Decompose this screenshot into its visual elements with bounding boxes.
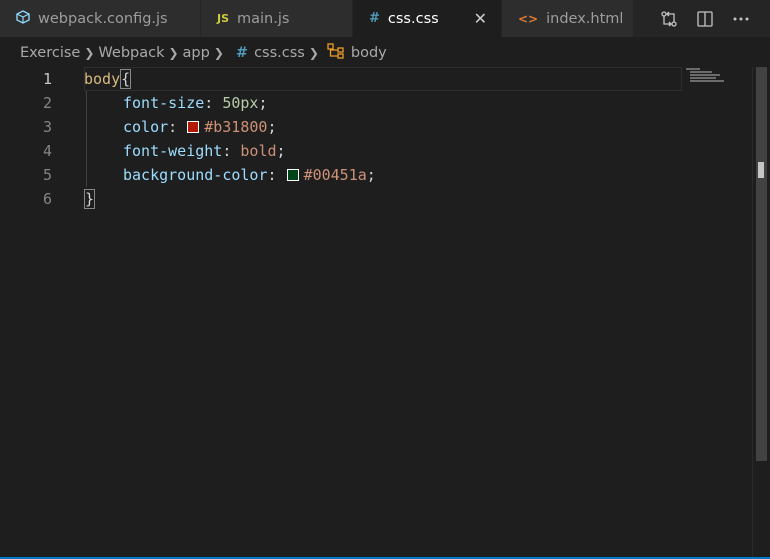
semicolon: ; [267, 118, 277, 136]
tab-label: main.js [237, 10, 290, 27]
line-number: 6 [42, 190, 52, 208]
colon: : [267, 166, 286, 184]
line-number: 1 [42, 70, 52, 88]
js-icon: JS [217, 12, 230, 25]
breadcrumb-item[interactable]: app [183, 45, 210, 61]
breadcrumb-item[interactable]: Webpack [98, 45, 164, 61]
tab-main-js[interactable]: JS main.js [201, 0, 353, 37]
tab-webpack-config[interactable]: webpack.config.js [0, 0, 201, 37]
css-property: color [123, 118, 169, 136]
line-number: 2 [42, 94, 52, 112]
code-line: 2 font-size: 50px; [0, 91, 752, 115]
colon: : [204, 94, 223, 112]
tab-bar: webpack.config.js JS main.js # css.css ✕… [0, 0, 770, 37]
code-line: 1 body{ [0, 67, 752, 91]
close-icon[interactable]: ✕ [456, 9, 487, 28]
scrollbar-thumb[interactable] [756, 67, 767, 461]
editor-actions [660, 0, 770, 37]
chevron-right-icon: ❯ [168, 46, 179, 60]
breadcrumb-item[interactable]: body [351, 45, 387, 61]
tab-css-css[interactable]: # css.css ✕ [353, 0, 502, 37]
css-property: font-size [123, 94, 205, 112]
css-selector: body [84, 70, 121, 88]
code-text: background-color: #00451a; [123, 163, 376, 187]
symbol-structure-icon [327, 43, 345, 63]
code-line: 6 } [0, 187, 752, 211]
code-text: } [84, 187, 96, 211]
code-brackets-icon: <> [518, 11, 539, 26]
css-value: #00451a [303, 166, 367, 184]
color-swatch[interactable] [187, 121, 200, 133]
code-editor[interactable]: 1 body{ 2 font-size: 50px; 3 color: #b31… [0, 67, 752, 557]
chevron-right-icon: ❯ [213, 46, 224, 60]
code-line: 4 font-weight: bold; [0, 139, 752, 163]
code-text: color: #b31800; [123, 115, 276, 139]
breadcrumb-item[interactable]: css.css [254, 45, 305, 61]
chevron-right-icon: ❯ [84, 46, 95, 60]
css-value: 50px [222, 94, 259, 112]
css-value: #b31800 [204, 118, 268, 136]
minimap[interactable] [686, 68, 750, 88]
line-number: 3 [42, 118, 52, 136]
breadcrumb-item[interactable]: Exercise [20, 45, 80, 61]
brace: { [120, 69, 132, 89]
hash-icon: # [235, 45, 249, 61]
css-property: font-weight [123, 142, 223, 160]
current-line-highlight [84, 67, 682, 91]
semicolon: ; [366, 166, 376, 184]
css-property: background-color [123, 166, 268, 184]
scrollbar-cursor-marker [758, 162, 764, 178]
code-line: 3 color: #b31800; [0, 115, 752, 139]
code-text: font-weight: bold; [123, 139, 286, 163]
tab-label: webpack.config.js [38, 10, 168, 27]
tab-label: index.html [546, 10, 624, 27]
line-number: 5 [42, 166, 52, 184]
more-actions-icon[interactable] [732, 10, 750, 28]
brace: } [84, 189, 96, 209]
colon: : [168, 118, 187, 136]
vertical-scrollbar[interactable] [752, 67, 770, 557]
semicolon: ; [258, 94, 268, 112]
split-editor-icon[interactable] [696, 10, 714, 28]
breadcrumb: Exercise ❯ Webpack ❯ app ❯ # css.css ❯ b… [0, 37, 770, 69]
code-text: font-size: 50px; [123, 91, 268, 115]
cube-icon [16, 9, 30, 28]
line-number: 4 [42, 142, 52, 160]
code-line: 5 background-color: #00451a; [0, 163, 752, 187]
colon: : [222, 142, 241, 160]
code-text: body{ [84, 67, 132, 91]
color-swatch[interactable] [286, 169, 299, 181]
tab-label: css.css [387, 10, 439, 27]
hash-icon: # [369, 11, 380, 26]
tab-index-html[interactable]: <> index.html [502, 0, 634, 37]
semicolon: ; [276, 142, 286, 160]
css-value: bold [240, 142, 277, 160]
chevron-right-icon: ❯ [308, 46, 319, 60]
compare-changes-icon[interactable] [660, 10, 678, 28]
